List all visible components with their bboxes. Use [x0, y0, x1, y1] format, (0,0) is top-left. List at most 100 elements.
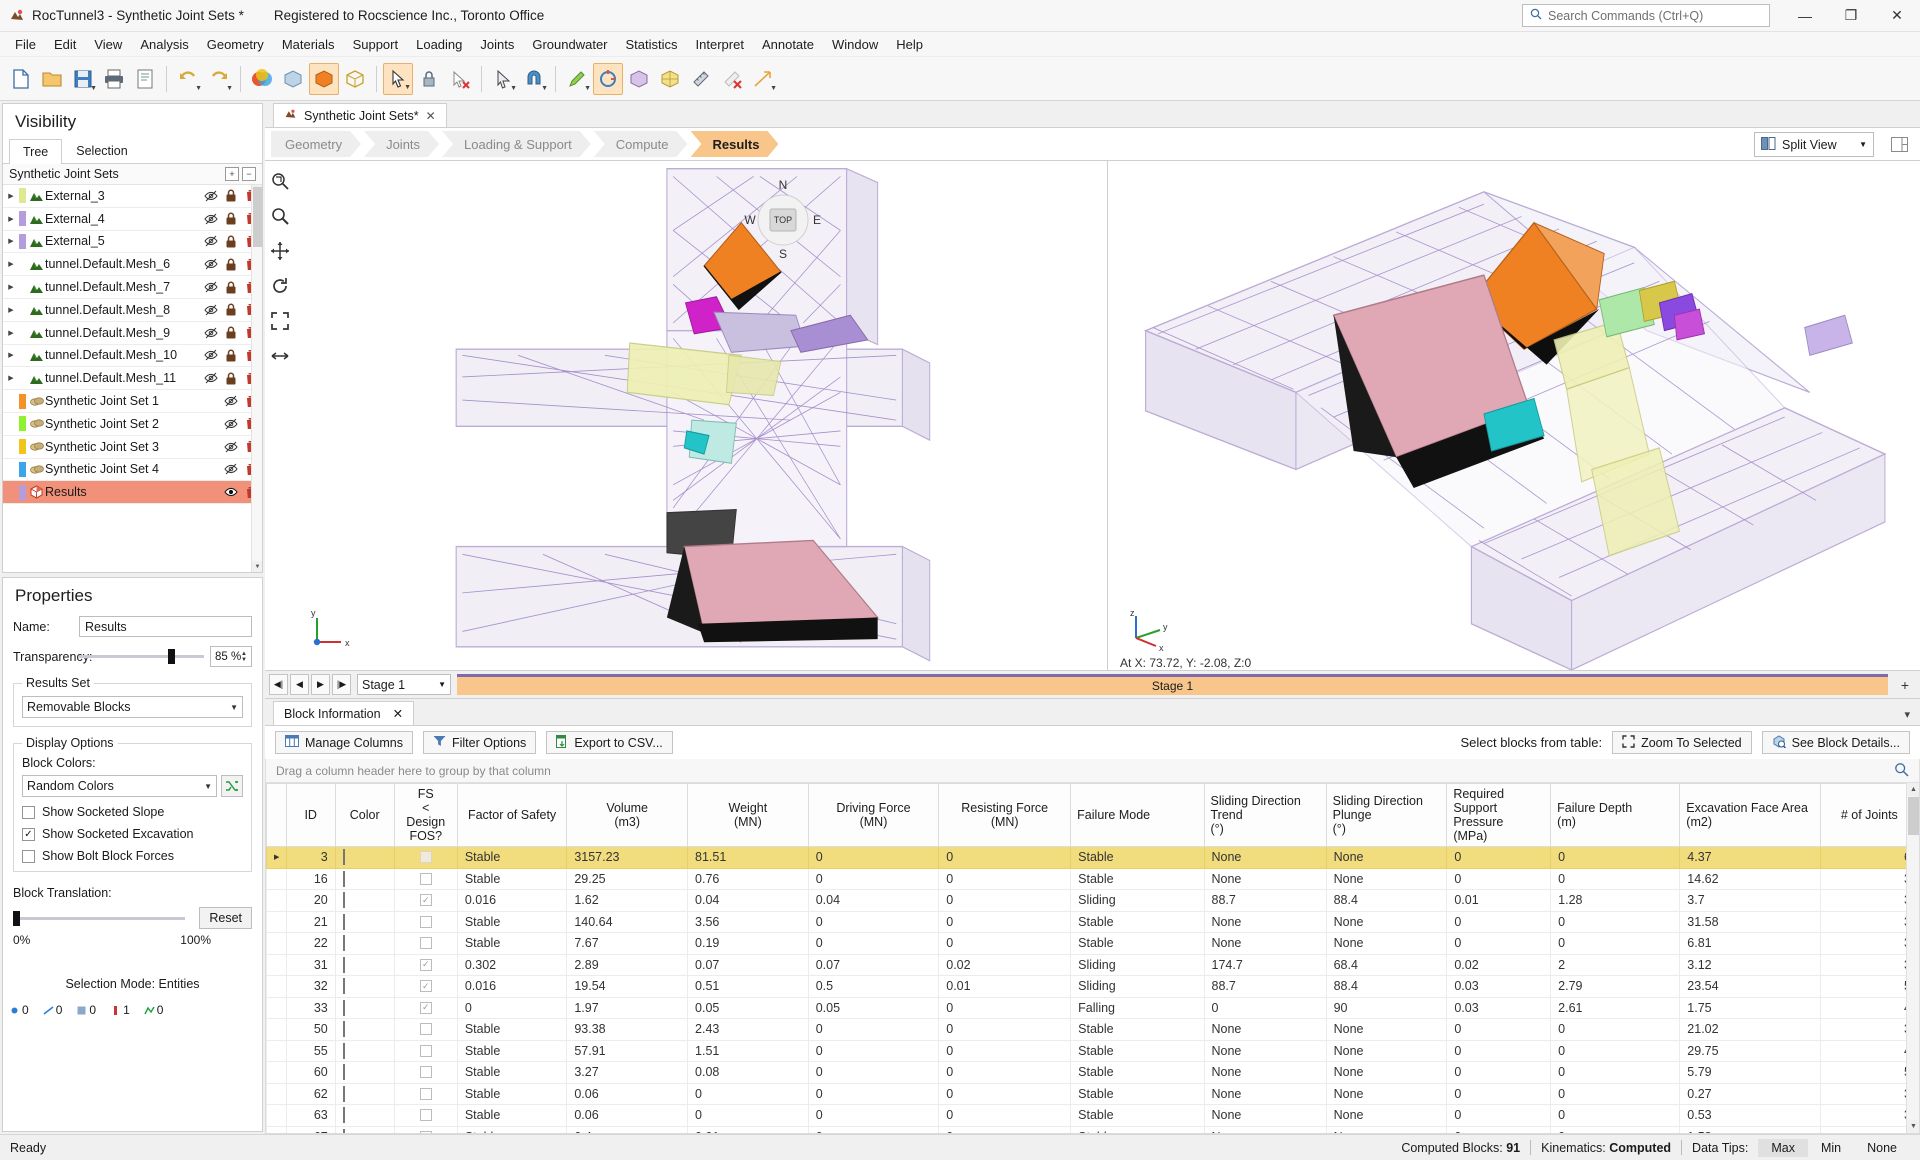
workflow-step-geometry[interactable]: Geometry	[271, 131, 361, 157]
show-socketed-excavation-row[interactable]: ✓ Show Socketed Excavation	[22, 827, 243, 841]
table-row[interactable]: 20 ✓ 0.016 1.62 0.04 0.04 0 Sliding 88.7 88.4 0.01…	[266, 889, 1919, 912]
lock-icon[interactable]	[224, 326, 238, 340]
expand-arrow-icon[interactable]: ▶	[3, 283, 19, 291]
table-row[interactable]: 16 Stable 29.25 0.76 0 0 Stable None None 0 0 14.62…	[266, 867, 1919, 890]
table-header-excavation-face-area[interactable]: Excavation Face Area (m2)	[1679, 783, 1821, 847]
scroll-up-icon[interactable]: ▲	[1907, 783, 1919, 796]
redo-icon[interactable]: ▼	[204, 63, 234, 95]
show-socketed-slope-checkbox[interactable]	[22, 805, 35, 819]
fit-view-icon[interactable]	[268, 344, 292, 368]
split-view-button[interactable]: Split View ▼	[1754, 132, 1874, 157]
menu-joints[interactable]: Joints	[471, 32, 523, 57]
visibility-off-icon[interactable]	[224, 462, 238, 476]
delete-measure-icon[interactable]	[717, 63, 747, 95]
close-button[interactable]: ✕	[1874, 0, 1920, 32]
table-row[interactable]: 21 Stable 140.64 3.56 0 0 Stable None None 0 0 31.5…	[266, 910, 1919, 933]
cell-color[interactable]	[334, 932, 395, 955]
randomize-colors-button[interactable]	[221, 775, 243, 797]
undo-icon[interactable]: ▼	[173, 63, 203, 95]
row-expander-icon[interactable]: ▶	[266, 846, 287, 869]
menu-window[interactable]: Window	[823, 32, 887, 57]
table-header-fs-design-fos[interactable]: FS < Design FOS?	[393, 783, 458, 847]
viewport-right-3d-view[interactable]: z y x At X: 73.72, Y: -2.08, Z:0	[1107, 161, 1920, 670]
pointer-tool-icon[interactable]: ▼	[488, 63, 518, 95]
print-icon[interactable]	[99, 63, 129, 95]
menu-loading[interactable]: Loading	[407, 32, 471, 57]
table-row[interactable]: 62Stable0.06000StableNoneNone000.273	[266, 1082, 1919, 1105]
slider-handle[interactable]	[167, 649, 175, 664]
visibility-off-icon[interactable]	[224, 417, 238, 431]
scroll-down-icon[interactable]: ▼	[1907, 1120, 1919, 1133]
fs-flag-checkbox[interactable]: ✓	[419, 980, 432, 993]
cell-color[interactable]	[334, 953, 395, 976]
menu-support[interactable]: Support	[344, 32, 408, 57]
lock-icon[interactable]	[224, 257, 238, 271]
render-mode-icon[interactable]	[624, 63, 654, 95]
cell-color[interactable]	[334, 910, 395, 933]
fs-flag-checkbox[interactable]	[419, 915, 432, 928]
cell-fs-design-flag[interactable]	[393, 910, 458, 933]
document-tab[interactable]: Synthetic Joint Sets* ✕	[273, 103, 447, 127]
open-file-icon[interactable]	[37, 63, 67, 95]
tab-tree[interactable]: Tree	[9, 139, 63, 164]
menu-groundwater[interactable]: Groundwater	[523, 32, 616, 57]
lock-icon[interactable]	[224, 280, 238, 294]
cell-fs-design-flag[interactable]	[393, 846, 458, 869]
cell-fs-design-flag[interactable]	[393, 867, 458, 890]
prev-stage-button[interactable]: ◀	[290, 674, 309, 695]
select-arrow-icon[interactable]: ▼	[383, 62, 413, 95]
menu-statistics[interactable]: Statistics	[617, 32, 687, 57]
tab-selection[interactable]: Selection	[62, 138, 141, 163]
collapse-all-icon[interactable]: −	[242, 167, 256, 181]
color-palette-icon[interactable]	[247, 63, 277, 95]
table-header-failure-depth[interactable]: Failure Depth (m)	[1550, 783, 1681, 847]
block-colors-select[interactable]: Random Colors ▼	[22, 775, 217, 797]
zoom-window-icon[interactable]	[268, 169, 292, 193]
fs-flag-checkbox[interactable]	[419, 1130, 432, 1133]
visibility-tree[interactable]: ▶ External_3 ▶ External_4 ▶ External_5 ▶ tunnel…	[3, 185, 262, 572]
scrollbar-thumb[interactable]	[253, 187, 262, 247]
tree-item-4[interactable]: ▶ tunnel.Default.Mesh_7	[3, 276, 262, 299]
filter-options-button[interactable]: Filter Options	[422, 731, 537, 754]
cell-fs-design-flag[interactable]	[393, 1125, 458, 1133]
menu-interpret[interactable]: Interpret	[687, 32, 753, 57]
row-expander-icon[interactable]	[266, 975, 287, 998]
fs-flag-checkbox[interactable]	[419, 1087, 432, 1100]
lock-icon[interactable]	[224, 212, 238, 226]
mesh-view-icon[interactable]	[655, 63, 685, 95]
stage-select[interactable]: Stage 1 ▼	[357, 674, 451, 695]
lock-icon[interactable]	[224, 303, 238, 317]
lock-icon[interactable]	[224, 348, 238, 362]
cell-color[interactable]	[334, 1061, 395, 1084]
fs-flag-checkbox[interactable]	[419, 1023, 432, 1036]
rotate-icon[interactable]	[268, 274, 292, 298]
table-header-weight[interactable]: Weight (MN)	[687, 783, 809, 847]
expand-arrow-icon[interactable]: ▶	[3, 192, 19, 200]
fs-flag-checkbox[interactable]	[419, 937, 432, 950]
workflow-step-results[interactable]: Results	[691, 131, 779, 157]
row-expander-icon[interactable]	[266, 867, 287, 890]
row-expander-icon[interactable]	[266, 1125, 287, 1133]
zoom-extents-icon[interactable]	[268, 309, 292, 333]
cell-fs-design-flag[interactable]: ✓	[393, 996, 458, 1019]
stage-timeline[interactable]: Stage 1	[457, 674, 1888, 695]
expand-all-icon[interactable]: +	[225, 167, 239, 181]
table-row[interactable]: 63Stable0.06000StableNoneNone000.533	[266, 1104, 1919, 1127]
tab-block-information[interactable]: Block Information ✕	[273, 701, 415, 725]
menu-analysis[interactable]: Analysis	[131, 32, 197, 57]
clear-selection-icon[interactable]	[445, 63, 475, 95]
minimize-button[interactable]: —	[1782, 0, 1828, 32]
print-preview-icon[interactable]	[130, 63, 160, 95]
reset-translation-button[interactable]: Reset	[199, 907, 252, 929]
visibility-off-icon[interactable]	[204, 348, 218, 362]
tree-item-3[interactable]: ▶ tunnel.Default.Mesh_6	[3, 253, 262, 277]
menu-annotate[interactable]: Annotate	[753, 32, 823, 57]
workflow-step-joints[interactable]: Joints	[364, 131, 439, 157]
collapse-panel-icon[interactable]: ▾	[1904, 708, 1910, 721]
transparency-value[interactable]: 85 % ▲ ▼	[210, 646, 252, 667]
row-expander-icon[interactable]	[266, 910, 287, 933]
row-expander-icon[interactable]	[266, 953, 287, 976]
table-vertical-scrollbar[interactable]: ▲ ▼	[1906, 783, 1919, 1133]
row-expander-icon[interactable]	[266, 1104, 287, 1127]
fs-flag-checkbox[interactable]: ✓	[419, 958, 432, 971]
